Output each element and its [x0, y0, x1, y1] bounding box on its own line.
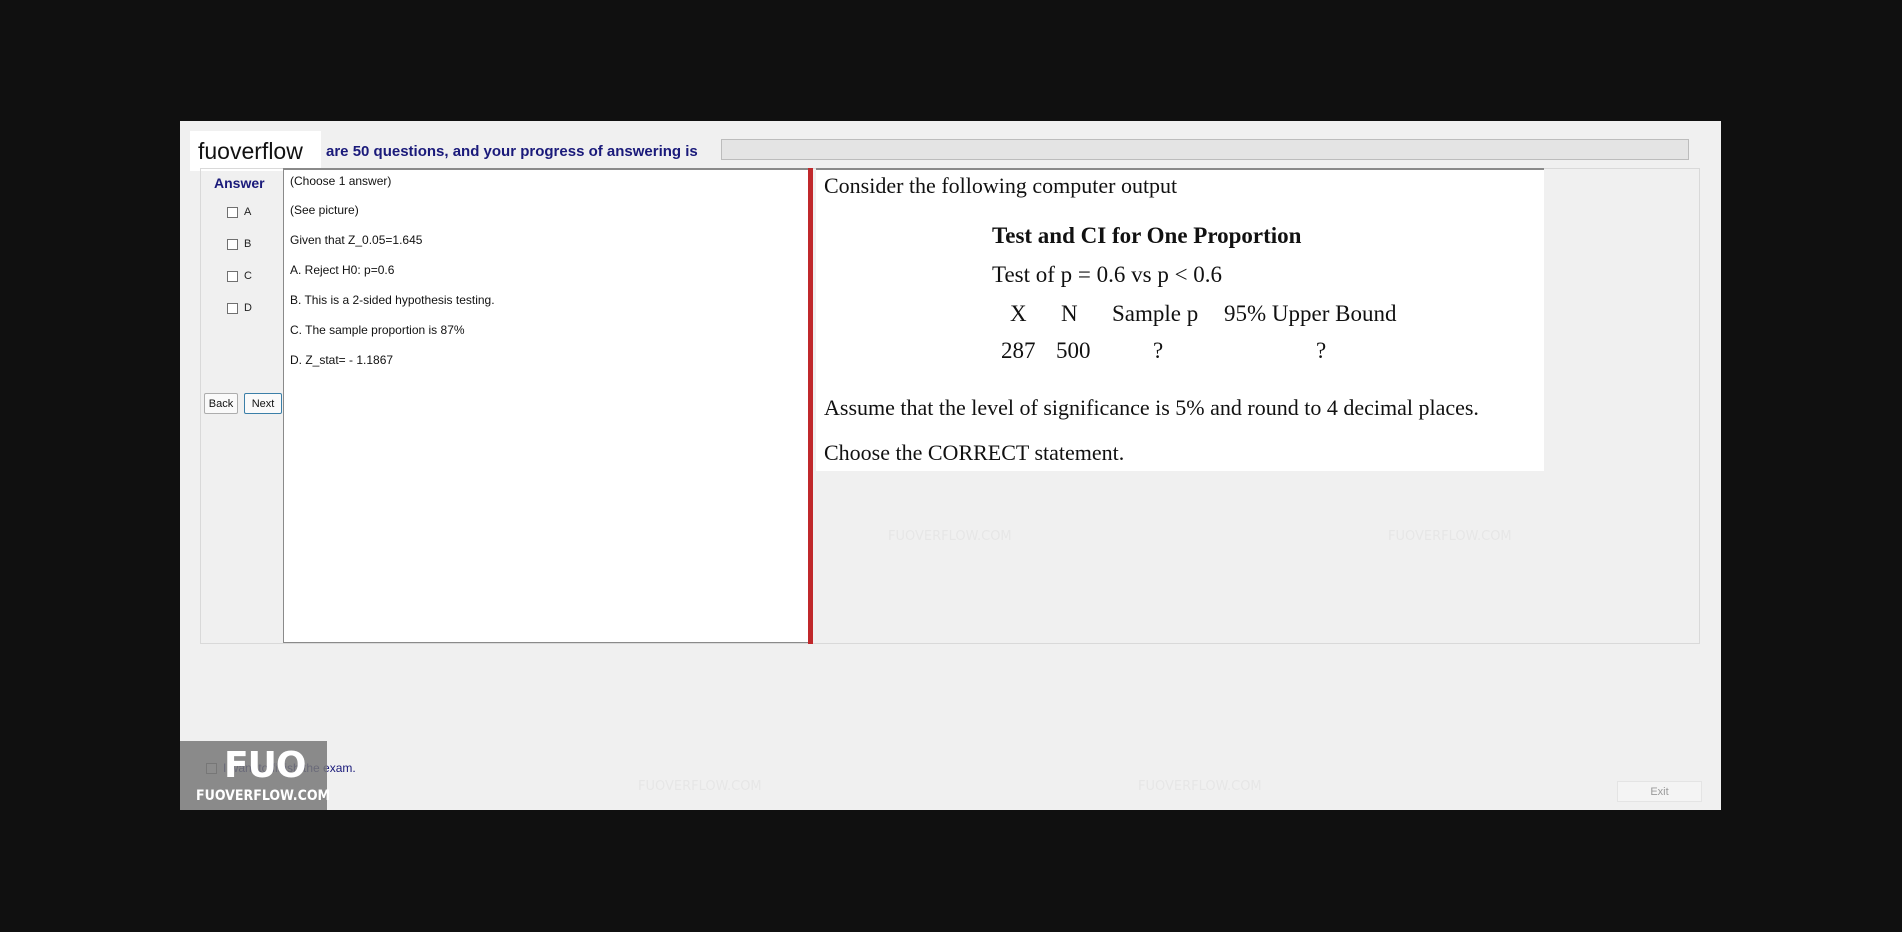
exit-button[interactable]: Exit — [1617, 781, 1702, 802]
panel-splitter[interactable] — [808, 168, 813, 644]
checkbox-box[interactable] — [227, 270, 238, 282]
image-intro: Consider the following computer output — [824, 173, 1178, 198]
question-line: A. Reject H0: p=0.6 — [290, 263, 395, 277]
watermark-text: FUOVERFLOW.COM — [1138, 779, 1262, 794]
question-line: Given that Z_0.05=1.645 — [290, 233, 423, 247]
assumption-text: Assume that the level of significance is… — [824, 395, 1479, 420]
instruction-text: Choose the CORRECT statement. — [824, 440, 1125, 465]
question-image: Consider the following computer output T… — [816, 168, 1544, 471]
exam-window: FUOVERFLOW.COM FUOVERFLOW.COM FUOVERFLOW… — [180, 121, 1721, 810]
cell-upper-bound: ? — [1316, 338, 1327, 363]
option-d-label: D — [244, 302, 252, 314]
option-c-checkbox[interactable]: C — [227, 268, 252, 284]
fuoverflow-logo: FUO FUOVERFLOW.COM — [180, 741, 331, 810]
logo-text: FUOVERFLOW.COM — [196, 788, 331, 804]
option-a-label: A — [244, 206, 252, 218]
question-line: B. This is a 2-sided hypothesis testing. — [290, 293, 495, 307]
progress-bar — [721, 139, 1689, 160]
option-b-label: B — [244, 238, 252, 250]
test-line: Test of p = 0.6 vs p < 0.6 — [992, 262, 1223, 287]
checkbox-box[interactable] — [227, 238, 238, 250]
question-line: (Choose 1 answer) — [290, 174, 392, 188]
header-n: N — [1061, 301, 1078, 326]
option-d-checkbox[interactable]: D — [227, 300, 252, 316]
question-panel: (Choose 1 answer) (See picture) Given th… — [283, 168, 809, 643]
question-line: (See picture) — [290, 203, 359, 217]
header-x: X — [1010, 301, 1027, 326]
checkbox-box[interactable] — [227, 206, 238, 218]
watermark-text: FUOVERFLOW.COM — [638, 779, 762, 794]
cell-sample-p: ? — [1153, 338, 1164, 363]
header-sample-p: Sample p — [1112, 301, 1199, 326]
site-label: fuoverflow — [190, 131, 321, 171]
logo-mark: FUO — [224, 745, 306, 786]
output-title: Test and CI for One Proportion — [992, 223, 1302, 248]
option-a-checkbox[interactable]: A — [227, 204, 251, 220]
cell-n: 500 — [1056, 338, 1091, 363]
progress-text: are 50 questions, and your progress of a… — [326, 143, 698, 160]
back-button[interactable]: Back — [204, 393, 238, 414]
answer-heading: Answer — [214, 175, 265, 191]
next-button[interactable]: Next — [244, 393, 282, 414]
option-c-label: C — [244, 270, 252, 282]
question-line: C. The sample proportion is 87% — [290, 323, 465, 337]
option-b-checkbox[interactable]: B — [227, 236, 251, 252]
checkbox-box[interactable] — [227, 302, 238, 314]
header-upper-bound: 95% Upper Bound — [1224, 301, 1397, 326]
cell-x: 287 — [1001, 338, 1036, 363]
question-line: D. Z_stat= - 1.1867 — [290, 353, 394, 367]
